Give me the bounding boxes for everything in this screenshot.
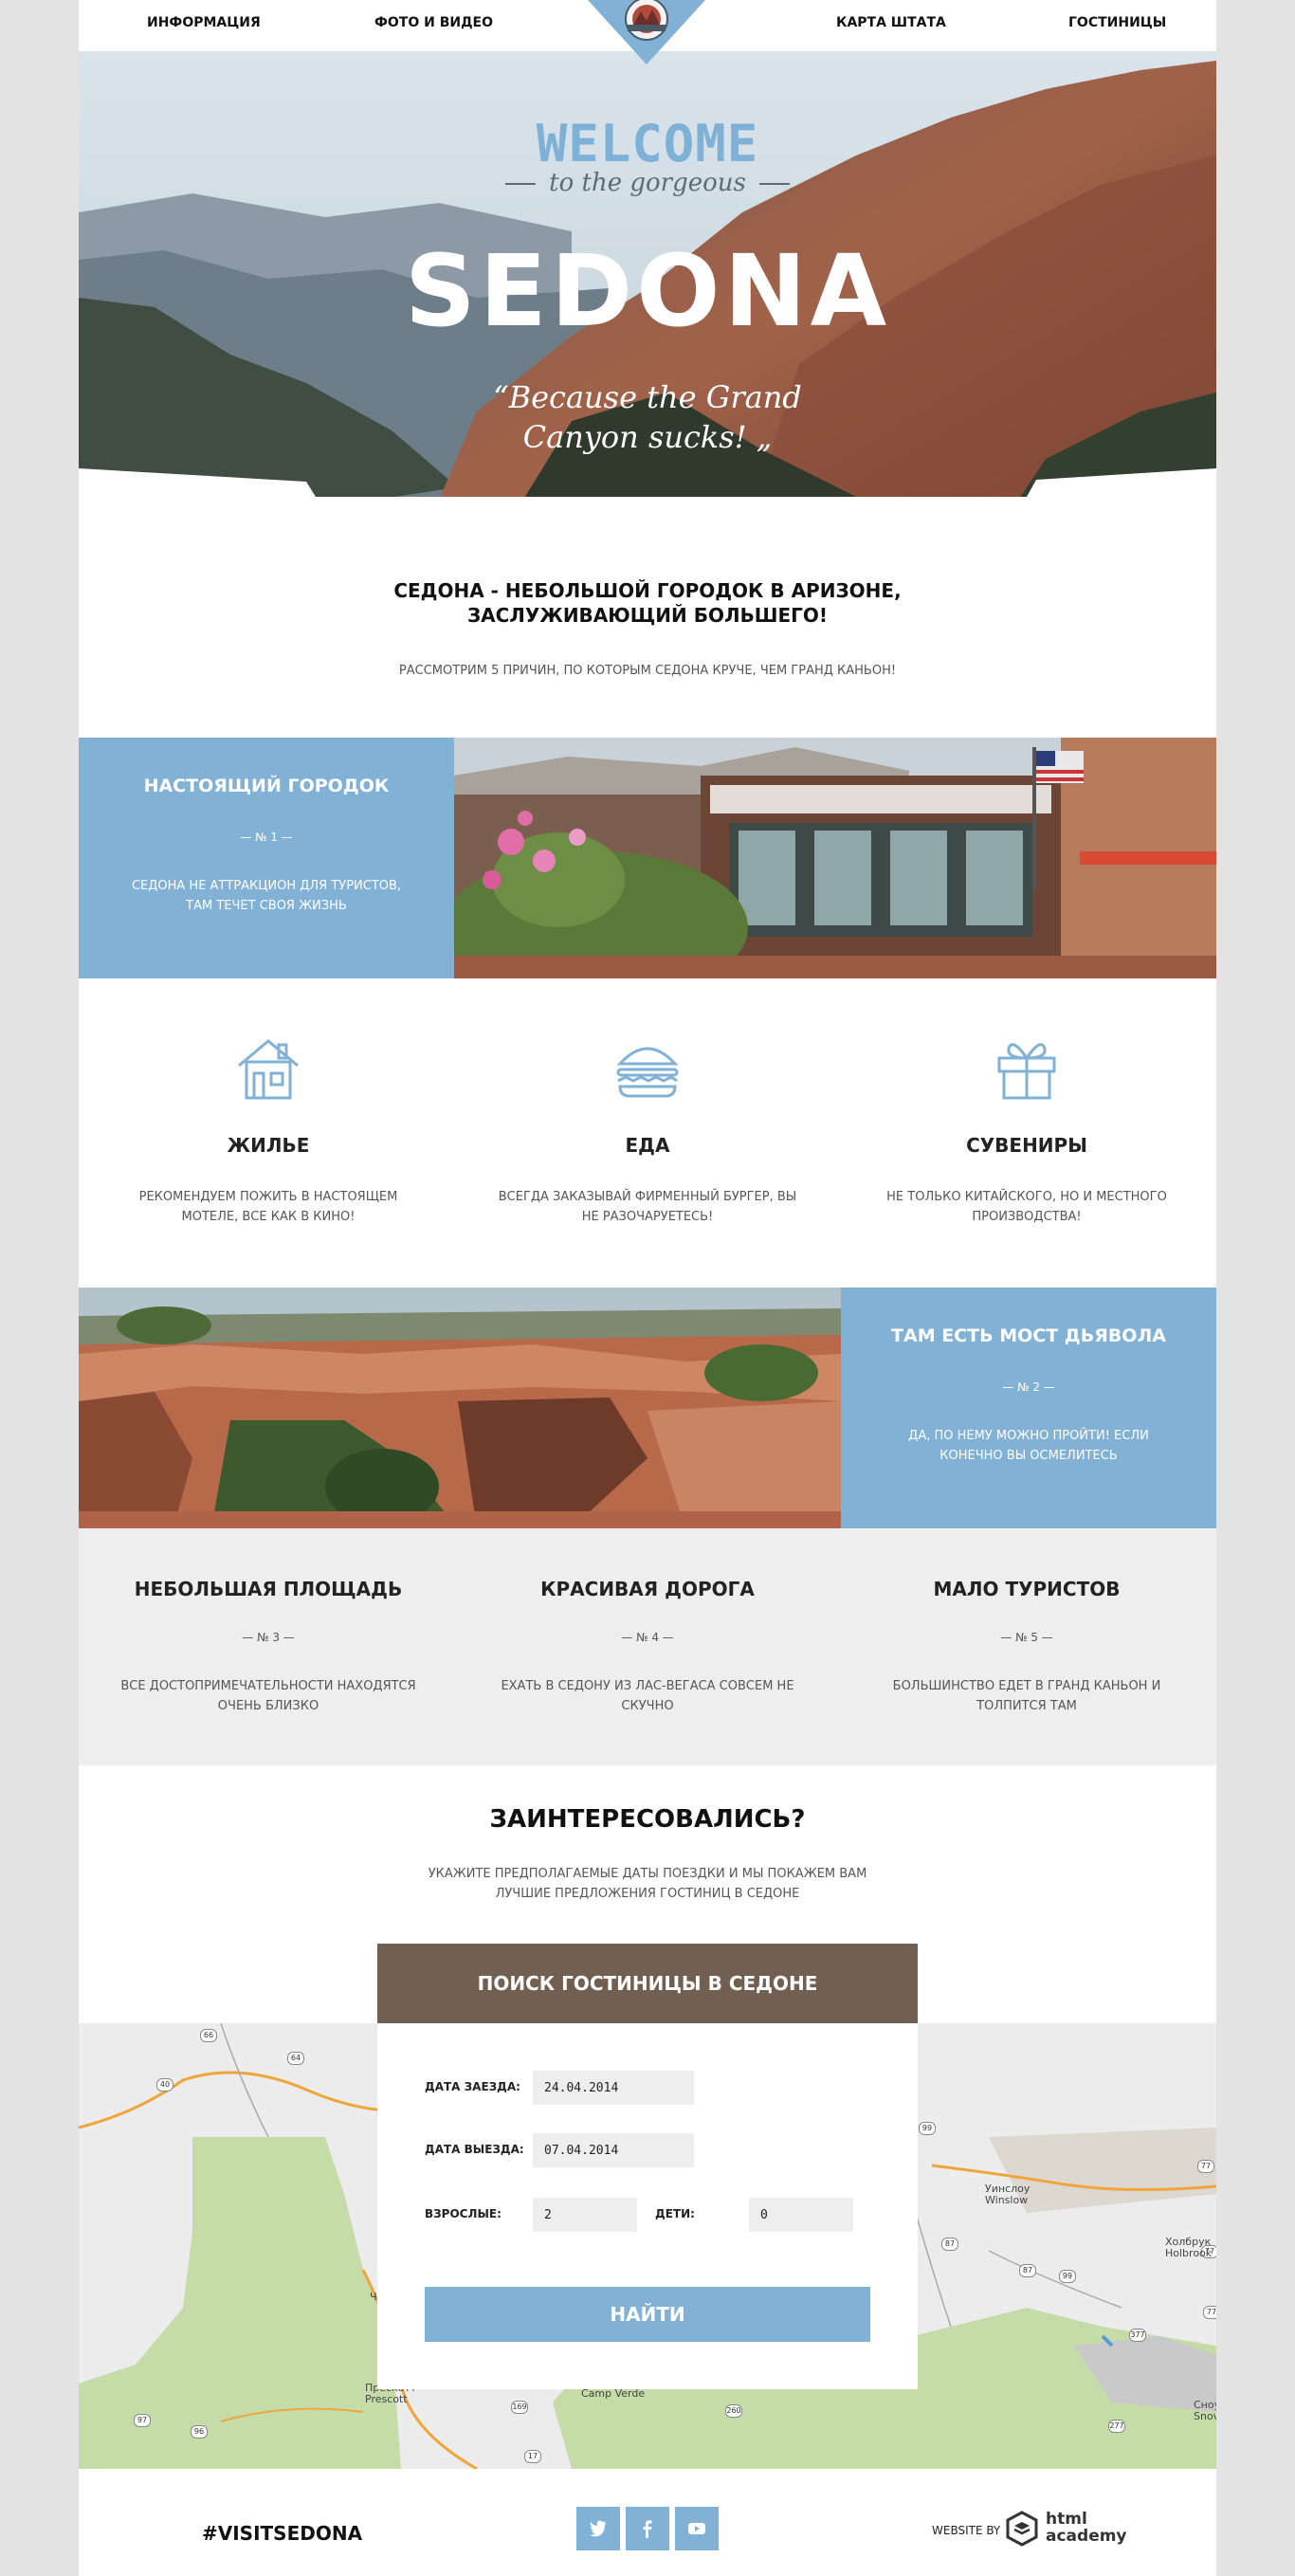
hero-quote-line-2: Canyon sucks! „ bbox=[522, 419, 773, 455]
hero-subtitle: to the gorgeous bbox=[79, 169, 1216, 197]
hero-title: SEDONA bbox=[404, 233, 891, 349]
reason-5-number: — № 5 — bbox=[1000, 1631, 1053, 1644]
reason-2-box: Там есть мост дьявола — № 2 — Да, по нем… bbox=[841, 1288, 1216, 1528]
highway-shield: 77 bbox=[1197, 2160, 1214, 2173]
facebook-icon bbox=[643, 2520, 652, 2538]
reason-1-number: — № 1 — bbox=[240, 831, 293, 844]
highway-shield: 66 bbox=[200, 2029, 217, 2042]
reason-3-number: — № 3 — bbox=[242, 1631, 295, 1644]
reason-3-title: Небольшая площадь bbox=[134, 1578, 403, 1600]
hero-quote: “Because the Grand Canyon sucks! „ bbox=[79, 377, 1216, 457]
intro-title-line-1: Седона - небольшой городок в Аризоне, bbox=[393, 579, 902, 602]
feature-housing-text: Рекомендуем пожить в настоящем мотеле, в… bbox=[138, 1190, 398, 1224]
feature-housing-title: Жилье bbox=[227, 1134, 310, 1157]
map-label-chino: Ч bbox=[370, 2291, 377, 2303]
highway-shield: 87 bbox=[1019, 2264, 1036, 2277]
reason-1-box: Настоящий городок — № 1 — Седона не аттр… bbox=[79, 738, 454, 978]
nav-link-photo-video[interactable]: Фото и видео bbox=[374, 15, 493, 30]
highway-shield: 17 bbox=[524, 2450, 541, 2463]
reason-5-text: Большинство едет в Гранд Каньон и толпит… bbox=[892, 1679, 1161, 1713]
map-label-prescott: Prescott bbox=[365, 2393, 408, 2405]
highway-shield: 96 bbox=[191, 2425, 208, 2439]
reason-2-title: Там есть мост дьявола bbox=[891, 1325, 1166, 1346]
page: Информация Фото и видео Карта штата Гост… bbox=[79, 0, 1216, 2576]
highway-shield: 97 bbox=[134, 2414, 151, 2427]
reason-1-text: Седона не аттракцион для туристов, там т… bbox=[131, 879, 402, 913]
hero-welcome: WELCOME bbox=[536, 114, 759, 174]
reason-3: Небольшая площадь — № 3 — Все достоприме… bbox=[79, 1528, 458, 1765]
facebook-button[interactable] bbox=[626, 2507, 669, 2550]
highway-shield: 377 bbox=[1129, 2329, 1146, 2342]
hotel-search-form: Дата заезда: Дата выезда: Взрослые: Дети… bbox=[377, 2023, 918, 2389]
intro-subtitle: Рассмотрим 5 причин, по которым Седона к… bbox=[398, 664, 897, 678]
highway-shield: 99 bbox=[919, 2122, 936, 2135]
feature-souvenirs: Сувениры Не только китайского, но и мест… bbox=[837, 1033, 1216, 1224]
reason-2-number: — № 2 — bbox=[1002, 1380, 1055, 1394]
highway-shield: 64 bbox=[287, 2052, 304, 2065]
checkin-date-input[interactable] bbox=[533, 2071, 694, 2105]
map-label-holbrook: Holbrook bbox=[1165, 2247, 1213, 2259]
house-icon bbox=[238, 1039, 299, 1100]
burger-icon bbox=[616, 1047, 679, 1098]
nav-link-map[interactable]: Карта штата bbox=[836, 15, 946, 30]
twitter-icon bbox=[590, 2520, 607, 2537]
children-label: Дети: bbox=[655, 2207, 695, 2220]
nav-link-hotels[interactable]: Гостиницы bbox=[1068, 15, 1166, 30]
feature-housing: Жилье Рекомендуем пожить в настоящем мот… bbox=[79, 1033, 458, 1224]
adults-label: Взрослые: bbox=[425, 2207, 502, 2220]
academy-line-1: html bbox=[1046, 2510, 1087, 2529]
interested-text: Укажите предполагаемые даты поездки и мы… bbox=[428, 1867, 867, 1901]
highway-shield: 169 bbox=[511, 2401, 528, 2414]
html-academy-logo-icon[interactable] bbox=[1006, 2511, 1038, 2547]
search-submit-button[interactable]: Найти bbox=[425, 2287, 870, 2342]
highway-shield: 277 bbox=[1108, 2420, 1125, 2433]
feature-food-text: Всегда заказывай фирменный бургер, вы не… bbox=[498, 1190, 797, 1224]
children-input[interactable] bbox=[749, 2198, 853, 2232]
hotel-search-title: Поиск гостиницы в Седоне bbox=[377, 1944, 918, 2023]
footer-hashtag: #VISITSEDONA bbox=[202, 2522, 363, 2545]
highway-shield: 99 bbox=[1059, 2270, 1076, 2283]
feature-food-title: Еда bbox=[625, 1134, 670, 1157]
website-by-label: Website by bbox=[932, 2524, 1001, 2537]
intro-title-line-2: заслуживающий большего! bbox=[466, 604, 829, 627]
nav-link-info[interactable]: Информация bbox=[147, 15, 261, 30]
reason-4-text: Ехать в Седону из Лас-Вегаса совсем не с… bbox=[501, 1679, 794, 1713]
hero-quote-line-1: “Because the Grand bbox=[493, 379, 802, 415]
interested-title: Заинтересовались? bbox=[489, 1805, 806, 1834]
reason-4-title: Красивая дорога bbox=[540, 1578, 755, 1600]
twitter-button[interactable] bbox=[576, 2507, 620, 2550]
highway-shield: 77 bbox=[1203, 2306, 1216, 2319]
map-label-winslow: Winslow bbox=[985, 2194, 1029, 2206]
youtube-icon bbox=[688, 2523, 705, 2534]
checkin-label: Дата заезда: bbox=[425, 2080, 520, 2093]
html-academy-text: html academy bbox=[1046, 2511, 1127, 2545]
devils-bridge-photo bbox=[79, 1288, 841, 1528]
highway-shield: 87 bbox=[941, 2238, 958, 2251]
reason-1-title: Настоящий городок bbox=[143, 776, 390, 796]
reason-4: Красивая дорога — № 4 — Ехать в Седону и… bbox=[458, 1528, 837, 1765]
feature-souvenirs-title: Сувениры bbox=[966, 1134, 1087, 1157]
youtube-button[interactable] bbox=[675, 2507, 719, 2550]
sedona-logo[interactable] bbox=[580, 0, 713, 66]
reason-5: Мало туристов — № 5 — Большинство едет в… bbox=[837, 1528, 1216, 1765]
reason-5-title: Мало туристов bbox=[933, 1578, 1121, 1600]
hero: WELCOME to the gorgeous SEDONA “Because … bbox=[79, 51, 1216, 544]
feature-souvenirs-text: Не только китайского, но и местного прои… bbox=[886, 1190, 1167, 1224]
intro-title: Седона - небольшой городок в Аризоне, за… bbox=[79, 578, 1216, 628]
checkout-date-input[interactable] bbox=[533, 2133, 694, 2167]
highway-shield: 40 bbox=[156, 2078, 173, 2092]
checkout-label: Дата выезда: bbox=[425, 2143, 524, 2156]
reason-2-text: Да, по нему можно пройти! Если конечно в… bbox=[908, 1429, 1149, 1463]
gift-icon bbox=[997, 1043, 1056, 1100]
town-street-photo bbox=[454, 738, 1216, 978]
highway-shield: 260 bbox=[725, 2404, 742, 2418]
reason-4-number: — № 4 — bbox=[621, 1631, 674, 1644]
footer: #VISITSEDONA Website by html academy bbox=[79, 2469, 1216, 2576]
reason-3-text: Все достопримечательности находятся очен… bbox=[120, 1679, 416, 1713]
reasons-band: Небольшая площадь — № 3 — Все достоприме… bbox=[79, 1528, 1216, 1765]
academy-line-2: academy bbox=[1046, 2527, 1127, 2546]
map-label-snowflake: Snov bbox=[1194, 2410, 1216, 2422]
adults-input[interactable] bbox=[533, 2198, 637, 2232]
feature-food: Еда Всегда заказывай фирменный бургер, в… bbox=[458, 1033, 837, 1224]
